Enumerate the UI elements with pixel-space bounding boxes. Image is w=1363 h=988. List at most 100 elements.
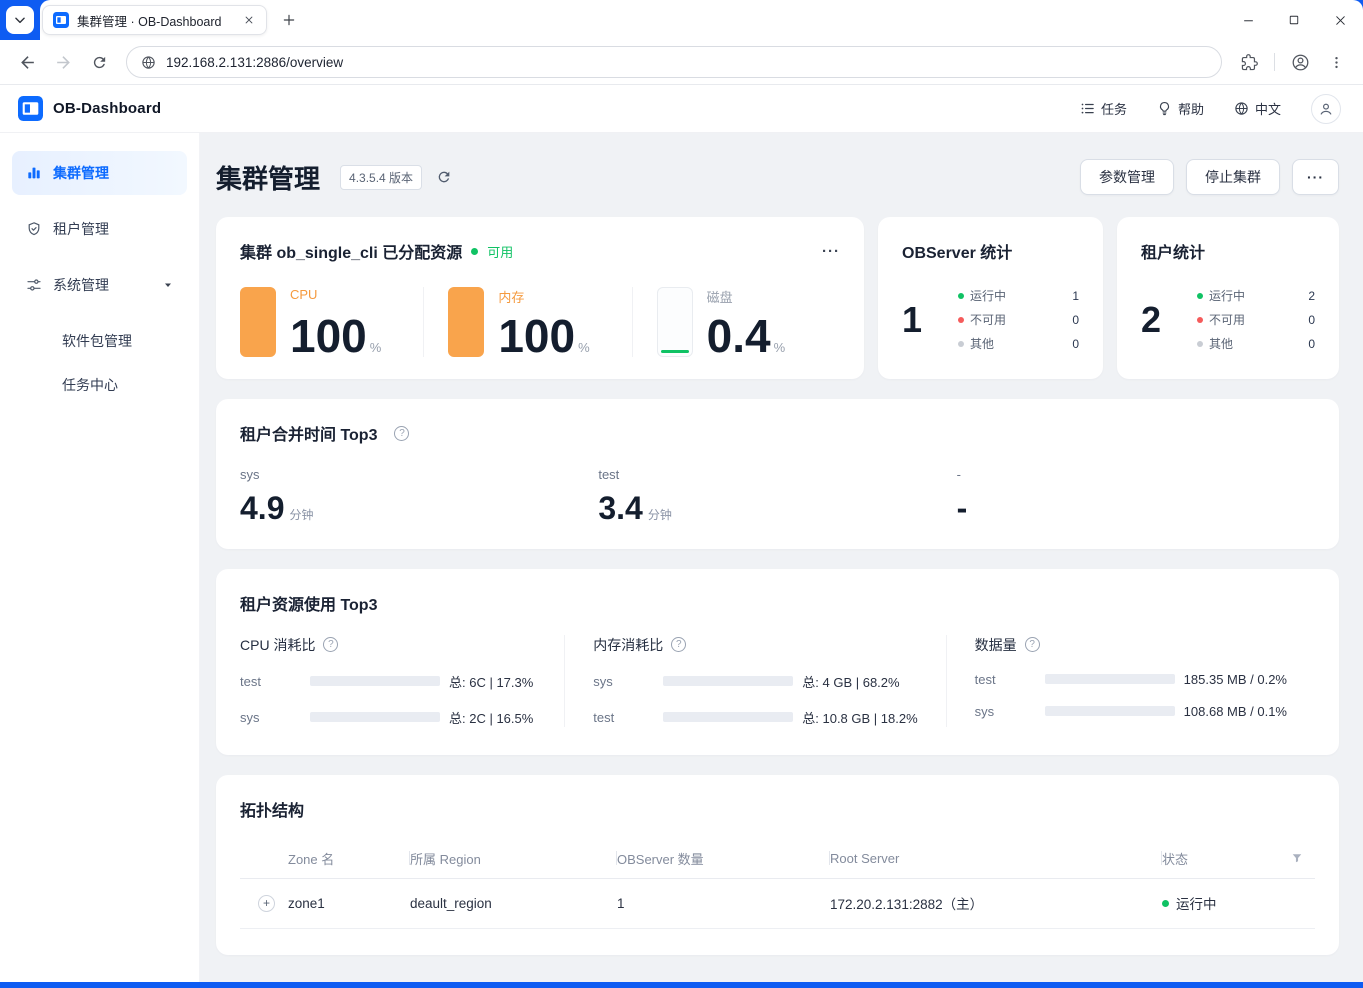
sidebar-item-cluster[interactable]: 集群管理	[12, 151, 187, 195]
disk-usage-bar	[657, 287, 693, 357]
help-circle-icon[interactable]: ?	[1025, 637, 1040, 652]
filter-funnel-icon[interactable]	[1291, 852, 1303, 864]
merge-item-value: 3.4	[598, 494, 642, 523]
tenant-legend: 运行中 2 不可用 0 其他	[1197, 287, 1315, 352]
cluster-card-title: 集群 ob_single_cli 已分配资源	[240, 239, 462, 263]
legend-value: 0	[1308, 313, 1315, 327]
brand-name: OB-Dashboard	[53, 100, 161, 117]
usage-row-label: 总: 10.8 GB | 18.2%	[802, 708, 917, 727]
legend-label: 运行中	[1209, 287, 1245, 304]
browser-menu-icon[interactable]	[1319, 45, 1353, 79]
tab-close-icon[interactable]	[240, 11, 258, 29]
url-text: 192.168.2.131:2886/overview	[166, 55, 343, 70]
usage-row-name: sys	[240, 710, 310, 725]
new-tab-button[interactable]	[275, 6, 303, 34]
usage-row-name: sys	[593, 674, 663, 689]
legend-dot	[958, 341, 964, 347]
params-button[interactable]: 参数管理	[1080, 159, 1174, 195]
legend-item: 不可用 0	[958, 311, 1079, 328]
legend-value: 0	[1308, 337, 1315, 351]
tab-title: 集群管理 · OB-Dashboard	[77, 11, 232, 30]
window-maximize-icon[interactable]	[1271, 0, 1317, 40]
back-icon[interactable]	[10, 45, 44, 79]
disk-unit: %	[774, 342, 786, 354]
status-dot	[471, 248, 478, 255]
cluster-resources-card: 集群 ob_single_cli 已分配资源 可用 ··· CPU 100%	[216, 217, 864, 379]
usage-section-title: 数据量	[975, 635, 1017, 655]
table-row: + zone1 deault_region 1 172.20.2.131:288…	[240, 879, 1315, 929]
reload-icon[interactable]	[82, 45, 116, 79]
caret-down-icon	[163, 280, 173, 290]
column-header-zone: Zone 名	[240, 849, 410, 868]
usage-row: sys 总: 4 GB | 68.2%	[593, 672, 917, 691]
legend-dot	[1197, 293, 1203, 299]
legend-value: 2	[1308, 289, 1315, 303]
expand-row-icon[interactable]: +	[258, 895, 275, 912]
progress-track	[1045, 706, 1175, 716]
stop-cluster-button[interactable]: 停止集群	[1186, 159, 1280, 195]
help-circle-icon[interactable]: ?	[671, 637, 686, 652]
language-button[interactable]: 中文	[1234, 99, 1281, 118]
usage-card-title: 租户资源使用 Top3	[240, 591, 377, 615]
forward-icon[interactable]	[46, 45, 80, 79]
disk-value: 0.4	[707, 316, 771, 357]
refresh-icon[interactable]	[436, 169, 452, 185]
status-dot	[1162, 900, 1169, 907]
tenant-stats-card: 租户统计 2 运行中 2 不可	[1117, 217, 1339, 379]
version-badge: 4.3.5.4 版本	[340, 165, 422, 190]
merge-item-unit: 分钟	[648, 510, 672, 521]
progress-track	[663, 676, 793, 686]
merge-item-name: -	[957, 467, 1315, 482]
usage-row-label: 总: 6C | 17.3%	[449, 672, 533, 691]
legend-value: 0	[1072, 313, 1079, 327]
usage-row: test 185.35 MB / 0.2%	[975, 672, 1287, 687]
more-actions-button[interactable]: ···	[1292, 159, 1339, 195]
legend-dot	[958, 317, 964, 323]
browser-tabstrip: 集群管理 · OB-Dashboard	[0, 0, 1363, 40]
cpu-usage-bar	[240, 287, 276, 357]
legend-label: 不可用	[970, 311, 1006, 328]
browser-profile-icon[interactable]	[1283, 45, 1317, 79]
overview-cards-row: 集群 ob_single_cli 已分配资源 可用 ··· CPU 100%	[216, 217, 1339, 379]
desktop-corner	[0, 0, 40, 40]
merge-item: test 3.4分钟	[598, 467, 956, 523]
sidebar-item-task-center[interactable]: 任务中心	[0, 363, 199, 407]
usage-row: test 总: 6C | 17.3%	[240, 672, 536, 691]
column-header-status: 状态	[1162, 849, 1315, 868]
metric-cpu: CPU 100%	[240, 287, 423, 357]
cpu-label: CPU	[290, 287, 381, 302]
tab-actions-chevron-icon[interactable]	[6, 6, 34, 34]
memory-value: 100	[498, 316, 575, 357]
sidebar-task-center-label: 任务中心	[62, 375, 118, 395]
disk-label: 磁盘	[707, 287, 786, 306]
sidebar-item-tenant[interactable]: 租户管理	[12, 207, 187, 251]
help-button[interactable]: 帮助	[1157, 99, 1204, 118]
window-minimize-icon[interactable]	[1225, 0, 1271, 40]
merge-item-name: sys	[240, 467, 598, 482]
sidebar-item-system[interactable]: 系统管理	[12, 263, 187, 307]
tasks-button[interactable]: 任务	[1080, 99, 1127, 118]
extensions-icon[interactable]	[1232, 45, 1266, 79]
help-circle-icon[interactable]: ?	[394, 426, 409, 441]
memory-label: 内存	[498, 287, 589, 306]
window-close-icon[interactable]	[1317, 0, 1363, 40]
usage-section-memory: 内存消耗比 ? sys 总: 4 GB | 68.2% test	[564, 635, 945, 727]
browser-tab[interactable]: 集群管理 · OB-Dashboard	[42, 5, 267, 35]
user-avatar[interactable]	[1311, 94, 1341, 124]
root-server: 172.20.2.131:2882（主）	[830, 893, 1162, 913]
merge-item-unit: 分钟	[289, 510, 313, 521]
cluster-metrics: CPU 100% 内存 100%	[240, 287, 840, 357]
sidebar-item-packages[interactable]: 软件包管理	[0, 319, 199, 363]
tenant-total: 2	[1141, 299, 1197, 341]
memory-usage-bar	[448, 287, 484, 357]
cpu-unit: %	[370, 342, 382, 354]
header-actions: 任务 帮助 中文	[1080, 94, 1341, 124]
region-name: deault_region	[410, 896, 617, 911]
card-more-icon[interactable]: ···	[822, 243, 840, 260]
tenant-stats-title: 租户统计	[1141, 239, 1315, 263]
address-bar[interactable]: 192.168.2.131:2886/overview	[126, 46, 1222, 78]
help-circle-icon[interactable]: ?	[323, 637, 338, 652]
site-info-icon[interactable]	[141, 55, 156, 70]
sidebar-packages-label: 软件包管理	[62, 331, 132, 351]
topology-title: 拓扑结构	[240, 797, 304, 821]
